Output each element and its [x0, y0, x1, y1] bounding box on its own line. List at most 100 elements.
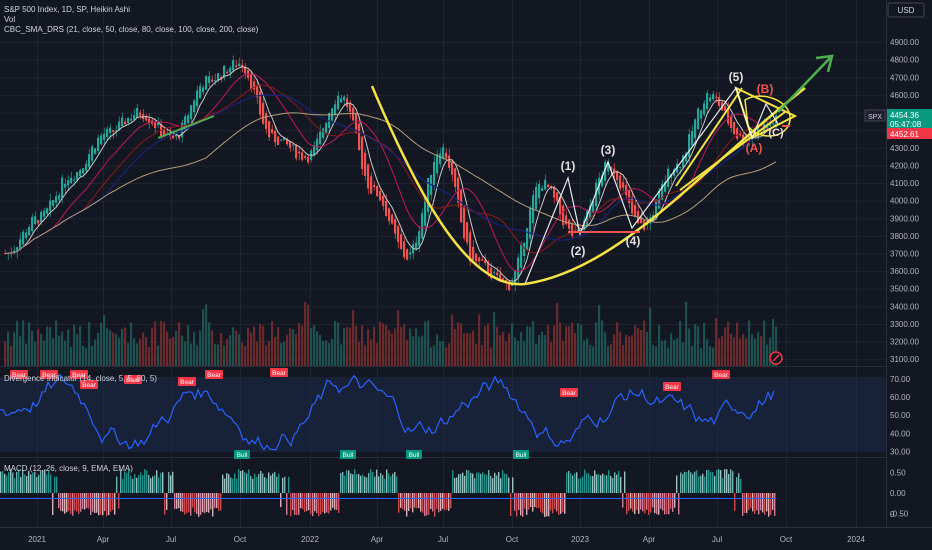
- bear-signal-label: Bear: [562, 390, 577, 397]
- macd-histogram-bar: [570, 473, 572, 493]
- macd-histogram-bar: [774, 493, 776, 516]
- volume-bar: [409, 328, 412, 366]
- volume-line[interactable]: Vol: [4, 15, 15, 24]
- macd-histogram-bar: [248, 469, 250, 493]
- volume-bar: [187, 325, 190, 366]
- candle-body: [139, 112, 142, 116]
- volume-bar: [505, 341, 508, 366]
- candle-body: [259, 91, 262, 115]
- macd-histogram-bar: [418, 493, 420, 509]
- volume-bar: [49, 327, 52, 366]
- rsi-title[interactable]: Divergence Indicator (14, close, 5, 5, 6…: [4, 374, 157, 383]
- sma-line[interactable]: CBC_SMA_DRS (21, close, 50, close, 80, c…: [4, 25, 259, 34]
- volume-bar: [661, 340, 664, 366]
- candle-body: [106, 128, 109, 137]
- bear-signal-label: Bear: [665, 384, 680, 391]
- macd-histogram-bar: [670, 493, 672, 509]
- macd-histogram-bar: [400, 493, 402, 508]
- trading-chart[interactable]: (1) (2) (3) (4) (5) (A) (B) (C) Bear Bear…: [0, 0, 932, 550]
- macd-histogram-bar: [266, 478, 268, 493]
- macd-histogram-bar: [50, 474, 52, 493]
- macd-histogram-bar: [508, 477, 510, 493]
- candle-body: [562, 205, 565, 226]
- macd-histogram-bar: [374, 476, 376, 493]
- macd-histogram-bar: [174, 493, 176, 509]
- candle-body: [694, 119, 697, 139]
- macd-histogram-bar: [422, 493, 424, 513]
- candle-body: [436, 154, 439, 174]
- volume-bar: [433, 345, 436, 366]
- macd-histogram-bar: [740, 478, 742, 493]
- macd-histogram-bar: [718, 469, 720, 493]
- macd-histogram-bar: [610, 475, 612, 493]
- macd-title[interactable]: MACD (12, 26, close, 9, EMA, EMA): [4, 464, 133, 473]
- macd-histogram-bar: [434, 493, 436, 517]
- price-tick-label: 4700.00: [890, 73, 919, 82]
- macd-histogram-bar: [424, 493, 426, 517]
- candle-body: [709, 97, 712, 102]
- candle-body: [370, 176, 373, 194]
- volume-bar: [196, 345, 199, 366]
- price-tick-label: 4000.00: [890, 197, 919, 206]
- macd-histogram-bar: [544, 493, 546, 517]
- volume-bar: [493, 312, 496, 366]
- candle-body: [334, 104, 337, 115]
- macd-histogram-bar: [52, 493, 54, 515]
- volume-bar: [610, 344, 613, 366]
- rsi-tick-label: 70.00: [890, 375, 911, 384]
- candle-body: [91, 146, 94, 161]
- macd-histogram-bar: [580, 478, 582, 493]
- candle-body: [571, 224, 574, 237]
- macd-histogram-bar: [726, 469, 728, 493]
- macd-histogram-bar: [328, 493, 330, 514]
- macd-histogram-bar: [342, 472, 344, 493]
- volume-bar: [391, 333, 394, 366]
- volume-bar: [586, 338, 589, 366]
- candle-body: [433, 162, 436, 185]
- symbol-line[interactable]: S&P 500 Index, 1D, SP, Heikin Ashi: [4, 5, 130, 14]
- macd-histogram-bar: [354, 469, 356, 493]
- candle-body: [478, 257, 481, 262]
- macd-histogram-bar: [524, 493, 526, 509]
- macd-histogram-bar: [370, 469, 372, 493]
- macd-histogram-bar: [284, 476, 286, 493]
- macd-histogram-bar: [170, 475, 172, 493]
- volume-bar: [658, 324, 661, 366]
- macd-histogram-bar: [444, 493, 446, 511]
- macd-histogram-bar: [360, 475, 362, 493]
- volume-bar: [454, 329, 457, 366]
- candle-body: [514, 271, 517, 285]
- macd-histogram-bar: [244, 472, 246, 493]
- macd-histogram-bar: [166, 493, 168, 510]
- macd-histogram-bar: [684, 471, 686, 493]
- volume-bar: [637, 328, 640, 366]
- macd-histogram-bar: [228, 474, 230, 493]
- candle-body: [385, 200, 388, 216]
- candle-body: [34, 216, 37, 225]
- candle-body: [22, 231, 25, 245]
- volume-bar: [343, 328, 346, 366]
- macd-histogram-bar: [338, 493, 340, 513]
- candle-body: [622, 182, 625, 188]
- price-tick-label: 3500.00: [890, 285, 919, 294]
- volume-bar: [43, 340, 46, 366]
- macd-histogram-bar: [490, 475, 492, 493]
- rsi-tick-label: 50.00: [890, 411, 911, 420]
- macd-histogram-bar: [722, 478, 724, 493]
- macd-histogram-bar: [364, 476, 366, 493]
- macd-histogram-bar: [402, 493, 404, 510]
- volume-bar: [181, 335, 184, 366]
- macd-histogram-bar: [450, 493, 452, 509]
- macd-histogram-bar: [190, 493, 192, 516]
- macd-histogram-bar: [534, 493, 536, 508]
- macd-histogram-bar: [592, 476, 594, 493]
- macd-histogram-bar: [390, 476, 392, 493]
- macd-histogram-bar: [102, 493, 104, 516]
- macd-histogram-bar: [92, 493, 94, 512]
- wave-label-2: (2): [571, 244, 586, 258]
- macd-histogram-bar: [68, 493, 70, 511]
- volume-bar: [160, 321, 163, 366]
- macd-histogram-bar: [588, 473, 590, 493]
- macd-histogram-bar: [732, 471, 734, 493]
- macd-histogram-bar: [196, 493, 198, 514]
